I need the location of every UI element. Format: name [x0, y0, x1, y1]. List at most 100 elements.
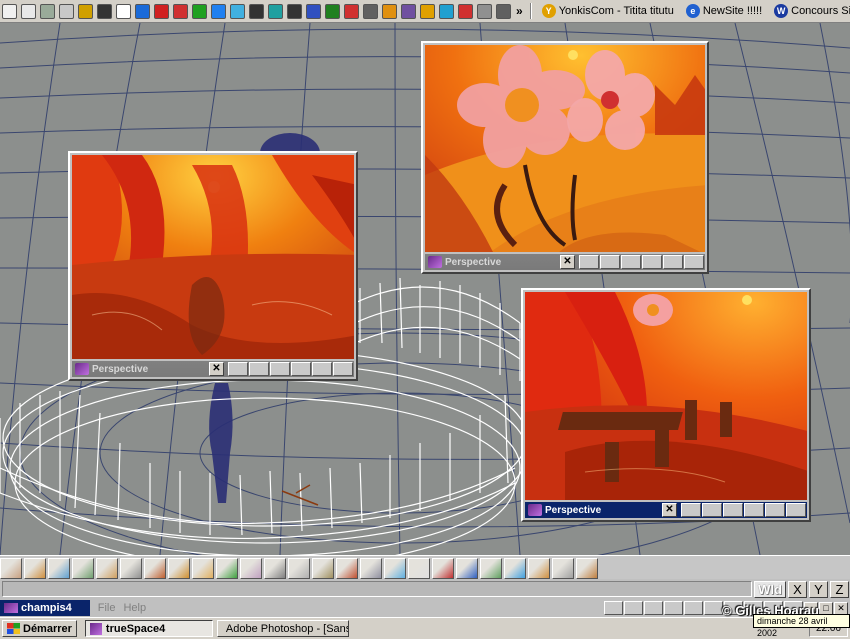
eye-move-button[interactable]	[744, 503, 764, 517]
tool-button[interactable]	[216, 557, 238, 579]
perspective-viewport-left[interactable]: Perspective ✕	[68, 151, 358, 381]
quick-launch-icon[interactable]	[21, 3, 36, 19]
tool-button[interactable]	[0, 557, 22, 579]
menu-file[interactable]: File	[98, 602, 116, 614]
quick-launch-icon[interactable]	[268, 3, 283, 19]
eye-rotate-button[interactable]	[663, 255, 683, 269]
tool-button[interactable]	[288, 557, 310, 579]
close-icon[interactable]: ✕	[834, 601, 848, 615]
y-axis-button[interactable]: Y	[809, 580, 828, 598]
quick-launch-icon[interactable]	[192, 3, 207, 19]
viewport-titlebar[interactable]: Perspective ✕	[425, 254, 705, 270]
world-coordinates-button[interactable]: Wld	[754, 580, 786, 598]
view-tool-button[interactable]	[664, 601, 683, 615]
tool-button[interactable]	[24, 557, 46, 579]
eye-zoom-button[interactable]	[786, 503, 806, 517]
close-icon[interactable]: ✕	[560, 255, 575, 269]
maximize-icon[interactable]: □	[819, 601, 833, 615]
quick-launch-icon[interactable]	[40, 3, 55, 19]
shade-button[interactable]	[723, 503, 743, 517]
tool-button[interactable]	[120, 557, 142, 579]
close-icon[interactable]: ✕	[662, 503, 677, 517]
tool-button[interactable]	[264, 557, 286, 579]
render-view[interactable]	[72, 155, 354, 359]
tool-button[interactable]	[408, 557, 430, 579]
task-photoshop[interactable]: Adobe Photoshop - [Sans t...	[216, 620, 349, 637]
quick-launch-icon[interactable]	[477, 3, 492, 19]
quick-launch-icon[interactable]	[116, 3, 131, 19]
render-button[interactable]	[681, 503, 701, 517]
tool-button[interactable]	[456, 557, 478, 579]
eye-rotate-button[interactable]	[765, 503, 785, 517]
render-button[interactable]	[579, 255, 599, 269]
tool-button[interactable]	[168, 557, 190, 579]
render-view[interactable]	[425, 45, 705, 252]
quick-launch-icon[interactable]	[59, 3, 74, 19]
tool-button[interactable]	[432, 557, 454, 579]
eye-zoom-button[interactable]	[684, 255, 704, 269]
quick-link[interactable]: WConcours Site	[774, 4, 850, 18]
quick-launch-icon[interactable]	[496, 3, 511, 19]
tool-button[interactable]	[96, 557, 118, 579]
eye-move-button[interactable]	[642, 255, 662, 269]
viewport-titlebar[interactable]: Perspective ✕	[72, 361, 354, 377]
quick-link[interactable]: Y YonkisCom - Titita titutu	[541, 4, 674, 18]
tool-button[interactable]	[360, 557, 382, 579]
3d-workspace[interactable]: Perspective ✕ Perspective ✕ Perspective …	[0, 23, 850, 555]
quick-launch-icon[interactable]	[287, 3, 302, 19]
quick-launch-icon[interactable]	[420, 3, 435, 19]
scene-name[interactable]: champis4	[0, 600, 90, 616]
quick-launch-icon[interactable]	[363, 3, 378, 19]
shade-button[interactable]	[621, 255, 641, 269]
view-tool-button[interactable]	[624, 601, 643, 615]
tool-button[interactable]	[480, 557, 502, 579]
quick-launch-icon[interactable]	[306, 3, 321, 19]
perspective-viewport-right[interactable]: Perspective ✕	[521, 288, 811, 522]
quick-launch-icon[interactable]	[382, 3, 397, 19]
start-button[interactable]: Démarrer	[2, 620, 77, 637]
quick-launch-icon[interactable]	[78, 3, 93, 19]
shade-button[interactable]	[270, 362, 290, 376]
quick-launch-icon[interactable]	[97, 3, 112, 19]
x-axis-button[interactable]: X	[788, 580, 807, 598]
quick-launch-icon[interactable]	[344, 3, 359, 19]
quick-launch-icon[interactable]	[154, 3, 169, 19]
view-tool-button[interactable]	[704, 601, 723, 615]
tool-button[interactable]	[240, 557, 262, 579]
task-truespace[interactable]: trueSpace4	[84, 620, 213, 637]
view-tool-button[interactable]	[644, 601, 663, 615]
perspective-viewport-top[interactable]: Perspective ✕	[421, 41, 709, 274]
quick-launch-icon[interactable]	[439, 3, 454, 19]
quick-link[interactable]: e NewSite !!!!!	[685, 4, 762, 18]
render-button[interactable]	[228, 362, 248, 376]
tool-button[interactable]	[144, 557, 166, 579]
view-tool-button[interactable]	[604, 601, 623, 615]
color-button[interactable]	[249, 362, 269, 376]
more-icon[interactable]: »	[516, 4, 523, 18]
quick-launch-icon[interactable]	[2, 3, 17, 19]
render-view[interactable]	[525, 292, 807, 500]
quick-launch-icon[interactable]	[211, 3, 226, 19]
tool-button[interactable]	[528, 557, 550, 579]
tool-button[interactable]	[504, 557, 526, 579]
tool-button[interactable]	[312, 557, 334, 579]
eye-move-button[interactable]	[291, 362, 311, 376]
menu-help[interactable]: Help	[123, 602, 146, 614]
tool-button[interactable]	[192, 557, 214, 579]
close-icon[interactable]: ✕	[209, 362, 224, 376]
z-axis-button[interactable]: Z	[830, 580, 849, 598]
eye-zoom-button[interactable]	[333, 362, 353, 376]
eye-rotate-button[interactable]	[312, 362, 332, 376]
tool-button[interactable]	[576, 557, 598, 579]
quick-launch-icon[interactable]	[249, 3, 264, 19]
view-tool-button[interactable]	[684, 601, 703, 615]
quick-launch-icon[interactable]	[401, 3, 416, 19]
quick-launch-icon[interactable]	[458, 3, 473, 19]
color-button[interactable]	[702, 503, 722, 517]
tool-button[interactable]	[384, 557, 406, 579]
tool-button[interactable]	[336, 557, 358, 579]
tool-button[interactable]	[552, 557, 574, 579]
viewport-titlebar[interactable]: Perspective ✕	[525, 502, 807, 518]
tool-button[interactable]	[72, 557, 94, 579]
quick-launch-icon[interactable]	[230, 3, 245, 19]
